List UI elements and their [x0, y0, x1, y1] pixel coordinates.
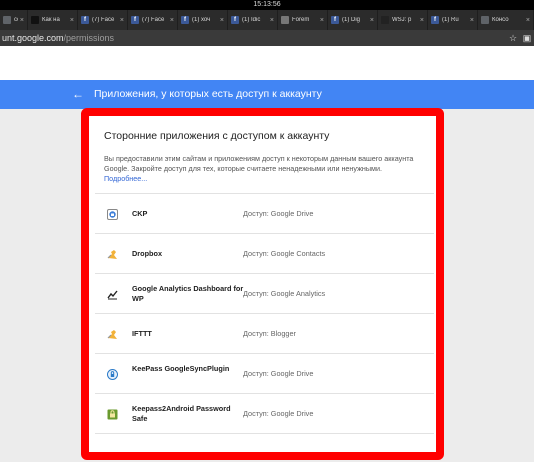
top-bar — [0, 46, 534, 80]
tab-label: Forem — [292, 17, 310, 23]
star-icon[interactable]: ☆ — [506, 33, 520, 44]
url-field[interactable]: unt.google.com/permissions — [2, 33, 506, 43]
app-row[interactable]: IFTTT Доступ: Blogger — [95, 314, 434, 354]
app-access: Доступ: Google Drive — [243, 209, 314, 218]
tab-label: com — [14, 17, 18, 23]
puzzle-icon — [107, 327, 118, 339]
browser-tab[interactable]: Как на × — [28, 10, 78, 30]
app-access: Доступ: Google Contacts — [243, 249, 326, 258]
app-list: CKP Доступ: Google Drive Dropbox Доступ: Go… — [95, 193, 434, 434]
tab-label: Консо — [492, 17, 509, 23]
description-text: Вы предоставили этим сайтам и приложения… — [104, 154, 414, 173]
facebook-icon: f — [131, 16, 139, 24]
analytics-icon — [107, 287, 118, 300]
extension-icon[interactable]: ▣ — [520, 33, 534, 44]
site-icon — [31, 16, 39, 24]
browser-tab[interactable]: f (7) Face × — [78, 10, 128, 30]
forum-icon — [281, 16, 289, 24]
close-icon[interactable]: × — [70, 17, 74, 24]
app-name: KeePass GoogleSyncPlugin — [132, 364, 230, 373]
app-name: CKP — [132, 209, 148, 218]
keepass-icon — [107, 367, 118, 380]
address-bar[interactable]: unt.google.com/permissions ☆ ▣ — [0, 30, 534, 46]
tab-label: Как на — [42, 17, 60, 23]
tab-label: (1) Idic — [242, 17, 261, 23]
browser-tab[interactable]: com× — [0, 10, 28, 30]
app-row[interactable]: CKP Доступ: Google Drive — [95, 194, 434, 234]
document-icon — [481, 16, 489, 24]
url-host: unt.google.com — [2, 33, 64, 43]
app-access: Доступ: Google Analytics — [243, 289, 326, 298]
tab-label: WSJ: p — [392, 17, 412, 23]
back-arrow-icon[interactable]: ← — [72, 87, 84, 101]
facebook-icon: f — [231, 16, 239, 24]
app-row[interactable]: Keepass2Android Password Safe Доступ: Goo… — [95, 394, 434, 434]
close-icon[interactable]: × — [120, 17, 124, 24]
close-icon[interactable]: × — [370, 17, 374, 24]
close-icon[interactable]: × — [526, 17, 530, 24]
browser-tab[interactable]: f (1) Dig × — [328, 10, 378, 30]
ckp-icon — [107, 207, 118, 220]
browser-tab[interactable]: f (1) хоч × — [178, 10, 228, 30]
keepass2android-icon — [107, 407, 118, 420]
close-icon[interactable]: × — [270, 17, 274, 24]
third-party-apps-card: Сторонние приложения с доступом к аккаун… — [81, 108, 444, 460]
url-path: /permissions — [63, 33, 115, 43]
puzzle-icon — [107, 247, 118, 259]
tab-label: (7) Face — [92, 17, 115, 23]
app-name: Google Analytics Dashboard for WP — [132, 284, 244, 303]
close-icon[interactable]: × — [320, 17, 324, 24]
facebook-icon: f — [431, 16, 439, 24]
tab-label: (1) хоч — [192, 17, 211, 23]
browser-tab[interactable]: f (1) Idic × — [228, 10, 278, 30]
app-access: Доступ: Google Drive — [243, 369, 314, 378]
page-header: ← Приложения, у которых есть доступ к ак… — [0, 80, 534, 109]
card-description: Вы предоставили этим сайтам и приложения… — [104, 154, 424, 184]
close-icon[interactable]: × — [470, 17, 474, 24]
app-name: Dropbox — [132, 249, 162, 258]
page-title: Приложения, у которых есть доступ к акка… — [94, 88, 322, 100]
app-access: Доступ: Google Drive — [243, 409, 314, 418]
close-icon[interactable]: × — [170, 17, 174, 24]
tab-strip: com×Как на×f(7) Face×f(7) Face×f(1) хоч×… — [0, 10, 534, 30]
close-icon[interactable]: × — [220, 17, 224, 24]
app-access: Доступ: Blogger — [243, 329, 296, 338]
system-clock: 15:13:56 — [0, 0, 534, 10]
app-name: IFTTT — [132, 329, 152, 338]
wsj-icon — [381, 16, 389, 24]
tab-label: (7) Face — [142, 17, 165, 23]
browser-tab[interactable]: Forem × — [278, 10, 328, 30]
facebook-icon: f — [181, 16, 189, 24]
learn-more-link[interactable]: Подробнее... — [104, 174, 147, 183]
app-row[interactable]: Dropbox Доступ: Google Contacts — [95, 234, 434, 274]
app-name: Keepass2Android Password Safe — [132, 404, 231, 423]
facebook-icon: f — [81, 16, 89, 24]
page: ← Приложения, у которых есть доступ к ак… — [0, 46, 534, 462]
close-icon[interactable]: × — [20, 17, 24, 24]
tab-label: (1) Dig — [342, 17, 361, 23]
card-title: Сторонние приложения с доступом к аккаун… — [104, 130, 330, 142]
generic-icon — [3, 16, 11, 24]
tab-label: (1) Ru — [442, 17, 459, 23]
app-row[interactable]: KeePass GoogleSyncPlugin Доступ: Google D… — [95, 354, 434, 394]
browser-tab[interactable]: Консо × — [478, 10, 534, 30]
browser-tab[interactable]: f (1) Ru × — [428, 10, 478, 30]
close-icon[interactable]: × — [420, 17, 424, 24]
app-row[interactable]: Google Analytics Dashboard for WP Доступ:… — [95, 274, 434, 314]
browser-tab[interactable]: f (7) Face × — [128, 10, 178, 30]
facebook-icon: f — [331, 16, 339, 24]
browser-tab[interactable]: WSJ: p × — [378, 10, 428, 30]
